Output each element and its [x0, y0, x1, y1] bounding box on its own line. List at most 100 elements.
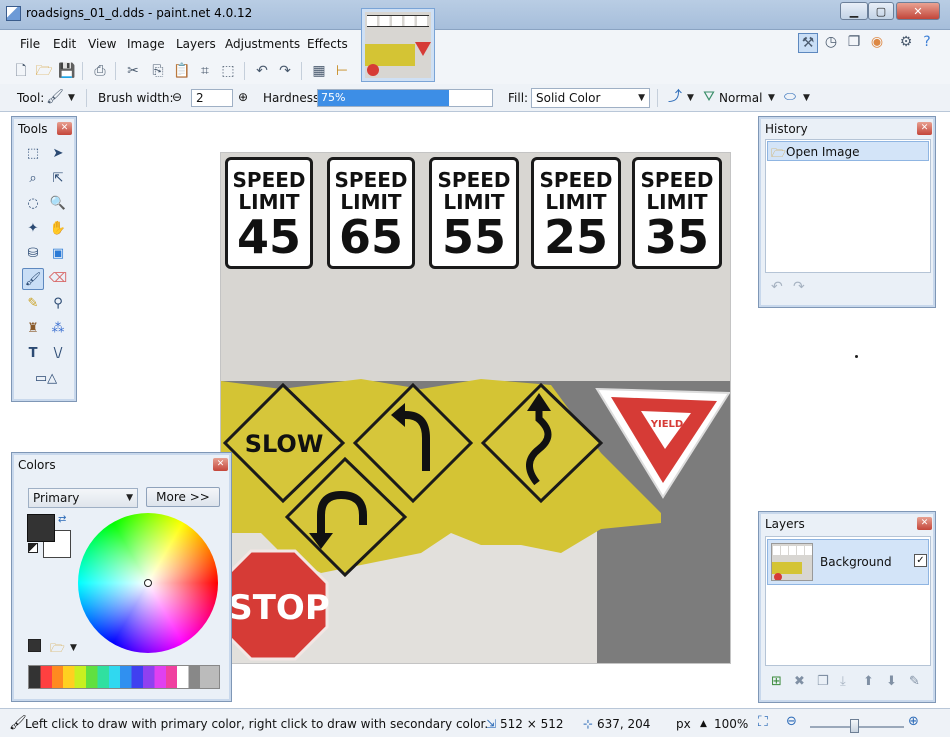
image-size-icon: ⇲	[486, 717, 497, 731]
menu-adjustments[interactable]: Adjustments	[225, 37, 300, 51]
minimize-button[interactable]: ▁	[840, 2, 868, 20]
print-icon[interactable]: ⎙	[91, 62, 109, 80]
recolor-icon[interactable]: ⁂	[47, 318, 69, 340]
colors-panel-close-button[interactable]: ✕	[213, 458, 228, 471]
tools-panel-close-button[interactable]: ✕	[57, 122, 72, 135]
more-colors-button[interactable]: More >>	[146, 487, 220, 507]
selection-mode-dropdown-arrow-icon[interactable]: ▼	[803, 93, 810, 103]
maximize-button[interactable]: ▢	[868, 2, 894, 20]
blend-mode-icon[interactable]: ⛛	[700, 88, 718, 106]
save-icon[interactable]: 💾	[58, 62, 76, 80]
deselect-icon[interactable]: ⬚	[219, 62, 237, 80]
gradient-icon[interactable]: ▣	[47, 243, 69, 265]
pan-hand-icon[interactable]: ✋	[47, 218, 69, 240]
clone-stamp-icon[interactable]: ♜	[22, 318, 44, 340]
layer-properties-icon[interactable]: ✎	[909, 674, 920, 689]
layers-panel-close-button[interactable]: ✕	[917, 517, 932, 530]
shapes-icon[interactable]: ▭△	[26, 368, 66, 390]
duplicate-layer-icon[interactable]: ❐	[817, 674, 829, 689]
swap-colors-icon[interactable]: ⇄	[58, 514, 66, 525]
color-palette[interactable]	[28, 665, 220, 689]
zoom-slider-thumb[interactable]	[850, 719, 859, 733]
rulers-icon[interactable]: ⊢	[333, 62, 351, 80]
layer-row-background[interactable]: Background ✓	[767, 539, 929, 585]
blend-mode-dropdown-arrow-icon[interactable]: ▼	[768, 93, 775, 103]
merge-layer-down-icon[interactable]: ⤓	[840, 674, 846, 689]
image-thumbnail-tab[interactable]	[361, 8, 435, 82]
brush-width-decrease-icon[interactable]: ⊖	[172, 90, 182, 104]
brush-width-input[interactable]: 2	[191, 89, 233, 107]
hardness-slider[interactable]: 75%	[317, 89, 493, 107]
tools-window-toggle-icon[interactable]: ⚒	[798, 33, 818, 53]
primary-color-swatch[interactable]	[27, 514, 55, 542]
open-folder-icon[interactable]: 🗁	[35, 62, 53, 80]
zoom-in-icon[interactable]: ⊕	[908, 714, 919, 729]
eraser-icon[interactable]: ⌫	[47, 268, 69, 290]
colors-window-toggle-icon[interactable]: ◉	[867, 33, 887, 53]
zoom-to-window-icon[interactable]: ⛶	[758, 714, 768, 730]
move-layer-down-icon[interactable]: ⬇	[886, 674, 897, 689]
paste-icon[interactable]: 📋	[173, 62, 191, 80]
undo-icon[interactable]: ↶	[253, 62, 271, 80]
history-item-open-image[interactable]: 🗁 Open Image	[767, 141, 929, 161]
history-panel-close-button[interactable]: ✕	[917, 122, 932, 135]
copy-icon[interactable]: ⎘	[149, 62, 167, 80]
crop-to-selection-icon[interactable]: ⌗	[196, 62, 214, 80]
add-layer-icon[interactable]: ⊞	[771, 674, 782, 689]
image-canvas[interactable]: SPEED LIMIT 45 SPEED LIMIT 65 SPEED LIMI…	[220, 152, 731, 664]
move-layer-up-icon[interactable]: ⬆	[863, 674, 874, 689]
menu-file[interactable]: File	[20, 37, 40, 51]
redo-icon[interactable]: ↷	[276, 62, 294, 80]
selection-mode-icon[interactable]: ⬭	[781, 88, 799, 106]
menu-layers[interactable]: Layers	[176, 37, 216, 51]
ellipse-select-icon[interactable]: ◌	[22, 193, 44, 215]
paintbrush-tool-icon[interactable]: 🖌	[22, 268, 44, 290]
rectangle-select-icon[interactable]: ⬚	[22, 143, 44, 165]
palette-dropdown-arrow-icon[interactable]: ▼	[70, 643, 77, 653]
unit-selector[interactable]: px	[676, 717, 691, 731]
zoom-level[interactable]: 100%	[714, 717, 748, 731]
line-curve-icon[interactable]: \/	[47, 343, 69, 365]
antialiasing-icon[interactable]: ⤴	[666, 88, 684, 106]
cut-icon[interactable]: ✂	[124, 62, 142, 80]
history-undo-icon[interactable]: ↶	[771, 279, 783, 295]
color-picker-icon[interactable]: ⚲	[47, 293, 69, 315]
pencil-icon[interactable]: ✎	[22, 293, 44, 315]
antialiasing-dropdown-arrow-icon[interactable]: ▼	[687, 93, 694, 103]
help-icon[interactable]: ?	[918, 33, 936, 53]
paintbrush-icon[interactable]: 🖌	[46, 88, 64, 106]
zoom-icon[interactable]: 🔍	[47, 193, 69, 215]
palette-menu-icon[interactable]: 🗁	[50, 639, 65, 660]
grid-icon[interactable]: ▦	[310, 62, 328, 80]
zoom-out-icon[interactable]: ⊖	[786, 714, 797, 729]
blend-mode-value[interactable]: Normal	[719, 91, 762, 105]
move-selected-pixels-icon[interactable]: ➤	[47, 143, 69, 165]
color-wheel-handle[interactable]	[144, 579, 152, 587]
color-target-select[interactable]: Primary ▼	[28, 488, 138, 508]
menu-edit[interactable]: Edit	[53, 37, 76, 51]
brush-width-increase-icon[interactable]: ⊕	[238, 90, 248, 104]
layer-visibility-checkbox[interactable]: ✓	[914, 554, 927, 567]
text-tool-icon[interactable]: T	[22, 343, 44, 365]
lasso-select-icon[interactable]: ⌕	[22, 168, 44, 190]
settings-gear-icon[interactable]: ⚙	[897, 33, 915, 53]
tool-dropdown-arrow-icon[interactable]: ▼	[68, 93, 75, 103]
menu-effects[interactable]: Effects	[307, 37, 348, 51]
unit-dropdown-arrow-icon[interactable]: ▲	[700, 719, 707, 729]
paint-bucket-icon[interactable]: ⛁	[22, 243, 44, 265]
fill-select[interactable]: Solid Color ▼	[531, 88, 650, 108]
move-selection-icon[interactable]: ⇱	[47, 168, 69, 190]
menu-image[interactable]: Image	[127, 37, 165, 51]
history-window-toggle-icon[interactable]: ◷	[821, 33, 841, 53]
color-wheel[interactable]	[78, 513, 218, 653]
close-button[interactable]: ✕	[896, 2, 940, 20]
magic-wand-icon[interactable]: ✦	[22, 218, 44, 240]
new-image-icon[interactable]: 🗋	[12, 62, 30, 80]
title-bar[interactable]: roadsigns_01_d.dds - paint.net 4.0.12 ▁ …	[0, 0, 950, 30]
history-redo-icon[interactable]: ↷	[793, 279, 805, 295]
add-to-palette-icon[interactable]	[28, 639, 41, 652]
reset-colors-icon[interactable]	[28, 543, 38, 553]
menu-view[interactable]: View	[88, 37, 116, 51]
delete-layer-icon[interactable]: ✖	[794, 674, 805, 689]
layers-window-toggle-icon[interactable]: ❐	[844, 33, 864, 53]
